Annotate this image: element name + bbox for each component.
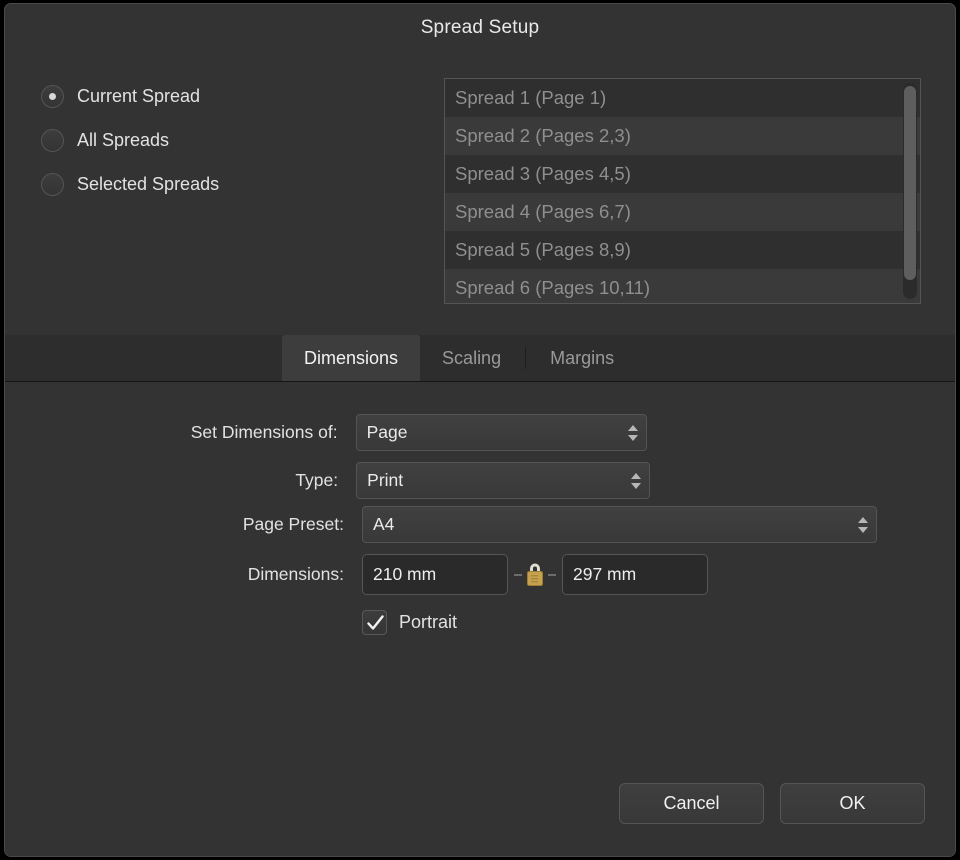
page-preset-select[interactable]: A4 [362, 506, 877, 543]
set-dimensions-of-label: Set Dimensions of: [190, 422, 338, 442]
radio-selected-spreads[interactable]: Selected Spreads [41, 166, 381, 202]
lock-dash-left [514, 573, 522, 576]
stepper-arrows-icon[interactable] [858, 516, 868, 533]
page-preset-label: Page Preset: [242, 514, 344, 534]
type-select[interactable]: Print [356, 462, 650, 499]
dialog-title-bar: Spread Setup [5, 4, 955, 52]
chevron-down-icon [631, 482, 641, 489]
portrait-checkbox-row[interactable]: Portrait [362, 610, 457, 635]
list-item[interactable]: Spread 6 (Pages 10,11) [445, 269, 920, 303]
stepper-arrows-icon[interactable] [628, 424, 638, 441]
cancel-button[interactable]: Cancel [619, 783, 764, 824]
set-dimensions-of-select[interactable]: Page [355, 414, 647, 451]
tab-bar: Dimensions Scaling Margins [5, 335, 955, 382]
radio-current-spread-label: Current Spread [77, 85, 201, 106]
ok-button[interactable]: OK [780, 783, 925, 824]
dimensions-width-value: 210 mm [373, 564, 437, 584]
radio-all-spreads-label: All Spreads [77, 129, 170, 150]
checkmark-icon [367, 615, 384, 630]
tab-list: Dimensions Scaling Margins [282, 335, 636, 381]
tab-scaling[interactable]: Scaling [420, 335, 523, 381]
chevron-up-icon [628, 424, 638, 431]
radio-indicator-icon[interactable] [41, 128, 64, 152]
scope-section: Current Spread All Spreads Selected Spre… [5, 52, 955, 332]
row-page-preset: Page Preset: A4 [5, 506, 877, 543]
type-value: Print [367, 470, 404, 490]
tab-dimensions[interactable]: Dimensions [282, 335, 421, 381]
chevron-up-icon [858, 516, 868, 523]
spread-scope-radio-group: Current Spread All Spreads Selected Spre… [41, 78, 381, 210]
radio-all-spreads[interactable]: All Spreads [41, 122, 381, 158]
list-item[interactable]: Spread 4 (Pages 6,7) [445, 193, 920, 231]
dimensions-height-field[interactable]: 297 mm [562, 554, 708, 595]
spread-list-scrollbar[interactable] [903, 83, 917, 299]
page-preset-value: A4 [373, 514, 395, 534]
type-label: Type: [295, 470, 339, 490]
radio-indicator-icon[interactable] [41, 84, 64, 108]
chevron-up-icon [631, 472, 641, 479]
dimensions-label: Dimensions: [247, 564, 344, 584]
aspect-lock-toggle[interactable] [508, 560, 562, 590]
radio-indicator-icon[interactable] [41, 172, 64, 196]
dimensions-height-value: 297 mm [573, 564, 637, 584]
radio-selected-spreads-label: Selected Spreads [77, 173, 220, 194]
list-item[interactable]: Spread 5 (Pages 8,9) [445, 231, 920, 269]
spread-setup-dialog: Spread Setup Current Spread All Spreads … [4, 3, 956, 857]
dialog-title: Spread Setup [420, 17, 540, 38]
dialog-footer: Cancel OK [619, 783, 925, 824]
radio-current-spread[interactable]: Current Spread [41, 78, 381, 114]
scrollbar-thumb[interactable] [904, 86, 916, 280]
tab-separator [525, 347, 527, 369]
lock-closed-icon[interactable] [522, 560, 548, 590]
lock-dash-right [548, 573, 556, 576]
spread-list-items: Spread 1 (Page 1) Spread 2 (Pages 2,3) S… [445, 79, 920, 303]
portrait-checkbox[interactable] [362, 610, 387, 635]
set-dimensions-of-value: Page [366, 422, 408, 442]
list-item[interactable]: Spread 3 (Pages 4,5) [445, 155, 920, 193]
spread-list[interactable]: Spread 1 (Page 1) Spread 2 (Pages 2,3) S… [444, 78, 921, 304]
chevron-down-icon [628, 434, 638, 441]
list-item[interactable]: Spread 1 (Page 1) [445, 79, 920, 117]
list-item[interactable]: Spread 2 (Pages 2,3) [445, 117, 920, 155]
row-type: Type: Print [5, 462, 650, 499]
stepper-arrows-icon[interactable] [631, 472, 641, 489]
portrait-label: Portrait [399, 612, 458, 632]
row-dimensions: Dimensions: 210 mm 297 mm [5, 554, 717, 595]
chevron-down-icon [858, 526, 868, 533]
dimensions-width-field[interactable]: 210 mm [362, 554, 508, 595]
tab-margins[interactable]: Margins [528, 335, 636, 381]
row-set-dimensions-of: Set Dimensions of: Page [5, 414, 647, 451]
